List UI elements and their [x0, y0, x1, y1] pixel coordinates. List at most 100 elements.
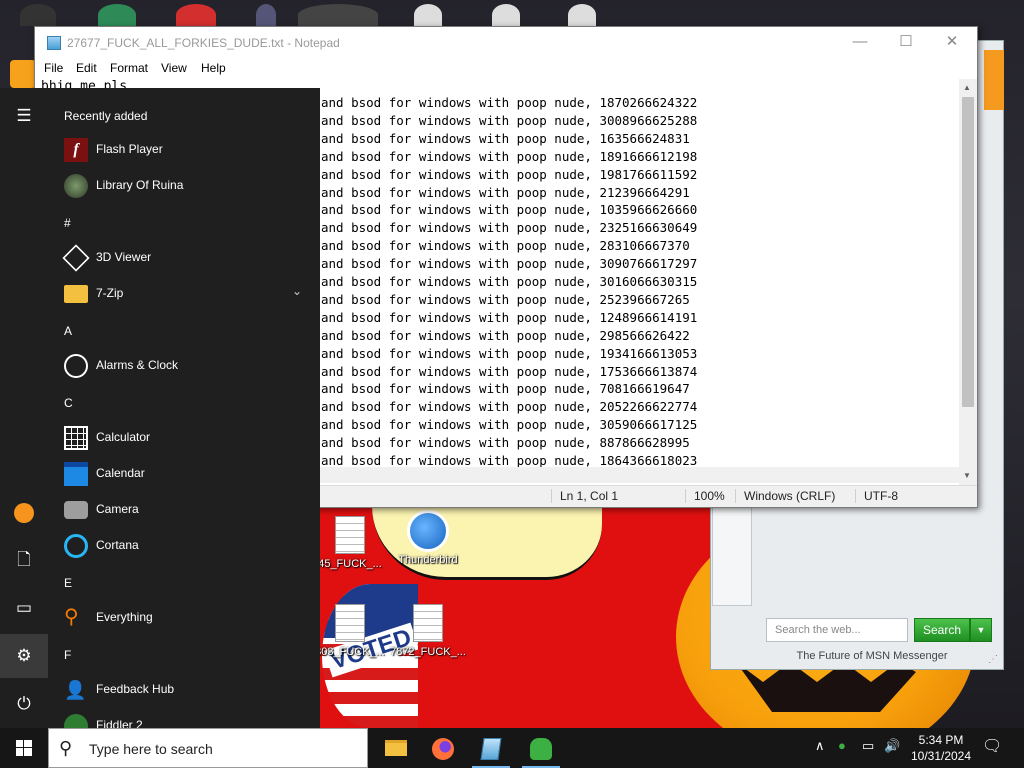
calculator-icon: [64, 426, 88, 450]
text-file-icon: [335, 604, 365, 642]
app-3d-viewer[interactable]: 3D Viewer: [48, 240, 320, 276]
scroll-down-icon[interactable]: ▼: [963, 471, 971, 480]
desktop-icon-partial: [298, 4, 378, 26]
scrollbar-thumb[interactable]: [962, 97, 974, 407]
start-button[interactable]: [0, 728, 48, 768]
vertical-scrollbar[interactable]: ▲ ▼: [959, 79, 977, 485]
volume-icon[interactable]: 🔊: [884, 738, 900, 754]
notepad-icon: [480, 738, 502, 760]
menu-edit[interactable]: Edit: [76, 61, 97, 75]
editor-line: and bsod for windows with poop nude, 175…: [321, 363, 698, 379]
user-avatar[interactable]: [0, 490, 48, 534]
title-bar[interactable]: 27677_FUCK_ALL_FORKIES_DUDE.txt - Notepa…: [35, 27, 977, 59]
3d-viewer-icon: [62, 244, 90, 272]
desktop-icon-partial: [256, 4, 276, 26]
chevron-up-icon[interactable]: ∧: [815, 738, 825, 754]
app-camera[interactable]: Camera: [48, 492, 320, 528]
taskbar-firefox[interactable]: [420, 732, 466, 768]
desktop-file-label: 803_FUCK_...: [315, 646, 385, 658]
hamburger-menu-icon[interactable]: ☰: [0, 94, 48, 138]
scroll-up-icon[interactable]: ▲: [963, 83, 971, 92]
notepad-icon: [47, 36, 61, 50]
desktop-file-icon[interactable]: 45_FUCK_...: [312, 516, 388, 570]
menu-file[interactable]: File: [44, 61, 63, 75]
app-label: 7-Zip: [96, 286, 124, 300]
taskbar-notepad[interactable]: [468, 732, 514, 768]
desktop-icon-partial: [176, 4, 216, 26]
editor-line: and bsod for windows with poop nude, 283…: [321, 238, 690, 254]
notification-center-icon[interactable]: 🗨: [982, 736, 1002, 756]
editor-line: and bsod for windows with poop nude, 708…: [321, 381, 690, 397]
app-fiddler[interactable]: Fiddler 2: [48, 708, 320, 728]
msn-accent-strip: [984, 50, 1004, 110]
menu-format[interactable]: Format: [110, 61, 148, 75]
section-header[interactable]: E: [64, 576, 72, 590]
desktop-file-icon[interactable]: 7872_FUCK_...: [390, 604, 466, 658]
menu-help[interactable]: Help: [201, 61, 226, 75]
power-icon[interactable]: ⏻: [0, 682, 48, 726]
network-icon[interactable]: ▭: [862, 738, 874, 754]
file-explorer-icon: [385, 740, 407, 756]
app-cortana[interactable]: Cortana: [48, 528, 320, 564]
cortana-icon: [64, 534, 88, 558]
search-icon: ⚲: [59, 738, 73, 758]
section-header[interactable]: #: [64, 216, 71, 230]
app-label: Cortana: [96, 538, 139, 552]
desktop-thunderbird-label: Thunderbird: [398, 554, 458, 566]
section-header[interactable]: F: [64, 648, 71, 662]
editor-line: and bsod for windows with poop nude, 193…: [321, 345, 698, 361]
editor-line: and bsod for windows with poop nude, 103…: [321, 202, 698, 218]
app-flash-player[interactable]: f Flash Player: [48, 132, 320, 168]
editor-line: and bsod for windows with poop nude, 309…: [321, 256, 698, 272]
msn-web-search-input[interactable]: Search the web...: [766, 618, 908, 642]
feedback-hub-icon: 👤: [64, 680, 87, 700]
section-header[interactable]: C: [64, 396, 73, 410]
settings-gear-icon[interactable]: ⚙: [0, 634, 48, 678]
app-label: Calculator: [96, 430, 151, 444]
app-feedback-hub[interactable]: 👤 Feedback Hub: [48, 672, 320, 708]
desktop-icon-partial: [414, 4, 442, 26]
desktop-file-icon[interactable]: 803_FUCK_...: [312, 604, 388, 658]
app-label: Camera: [96, 502, 139, 516]
app-label: Alarms & Clock: [96, 358, 179, 372]
desktop-thunderbird[interactable]: Thunderbird: [390, 510, 466, 566]
desktop-file-label: 7872_FUCK_...: [390, 646, 466, 658]
menu-view[interactable]: View: [161, 61, 187, 75]
msn-footer-text: The Future of MSN Messenger: [796, 650, 948, 662]
chevron-down-icon: ▼: [976, 625, 986, 635]
taskbar-file-explorer[interactable]: [372, 732, 418, 768]
app-calendar[interactable]: Calendar: [48, 456, 320, 492]
library-of-ruina-icon: [64, 174, 88, 198]
maximize-button[interactable]: ☐: [883, 27, 929, 59]
taskbar-search-placeholder: Type here to search: [89, 741, 213, 757]
calendar-icon: [64, 462, 88, 486]
app-label: Library Of Ruina: [96, 178, 184, 192]
app-calculator[interactable]: Calculator: [48, 420, 320, 456]
documents-icon[interactable]: 🗋: [0, 538, 48, 582]
app-7-zip[interactable]: 7-Zip ⌄: [48, 276, 320, 312]
taskbar-search-box[interactable]: ⚲ Type here to search: [48, 728, 368, 768]
minimize-button[interactable]: —: [837, 27, 883, 59]
close-button[interactable]: ✕: [929, 27, 975, 59]
app-label: Calendar: [96, 466, 145, 480]
section-header[interactable]: A: [64, 324, 72, 338]
editor-line: and bsod for windows with poop nude, 124…: [321, 309, 698, 325]
msn-tray-icon[interactable]: ●: [838, 738, 846, 753]
thunderbird-icon: [407, 510, 449, 552]
pictures-icon[interactable]: ▭: [0, 586, 48, 630]
app-alarms-clock[interactable]: Alarms & Clock: [48, 348, 320, 384]
desktop-icon-partial: [98, 4, 136, 26]
editor-line: and bsod for windows with poop nude, 163…: [321, 130, 690, 146]
taskbar-msn-messenger[interactable]: [518, 732, 564, 768]
app-library-of-ruina[interactable]: Library Of Ruina: [48, 168, 320, 204]
chevron-down-icon[interactable]: ⌄: [292, 284, 302, 298]
editor-line: and bsod for windows with poop nude, 301…: [321, 274, 698, 289]
msn-search-button[interactable]: Search: [914, 618, 970, 642]
app-label: 3D Viewer: [96, 250, 152, 264]
system-clock[interactable]: 5:34 PM 10/31/2024: [904, 732, 978, 764]
app-everything[interactable]: ⚲ Everything: [48, 600, 320, 636]
editor-line: and bsod for windows with poop nude, 186…: [321, 453, 698, 468]
msn-search-dropdown[interactable]: ▼: [970, 618, 992, 642]
flash-player-icon: f: [64, 138, 88, 162]
resize-grip-icon[interactable]: ⋰: [988, 654, 998, 665]
